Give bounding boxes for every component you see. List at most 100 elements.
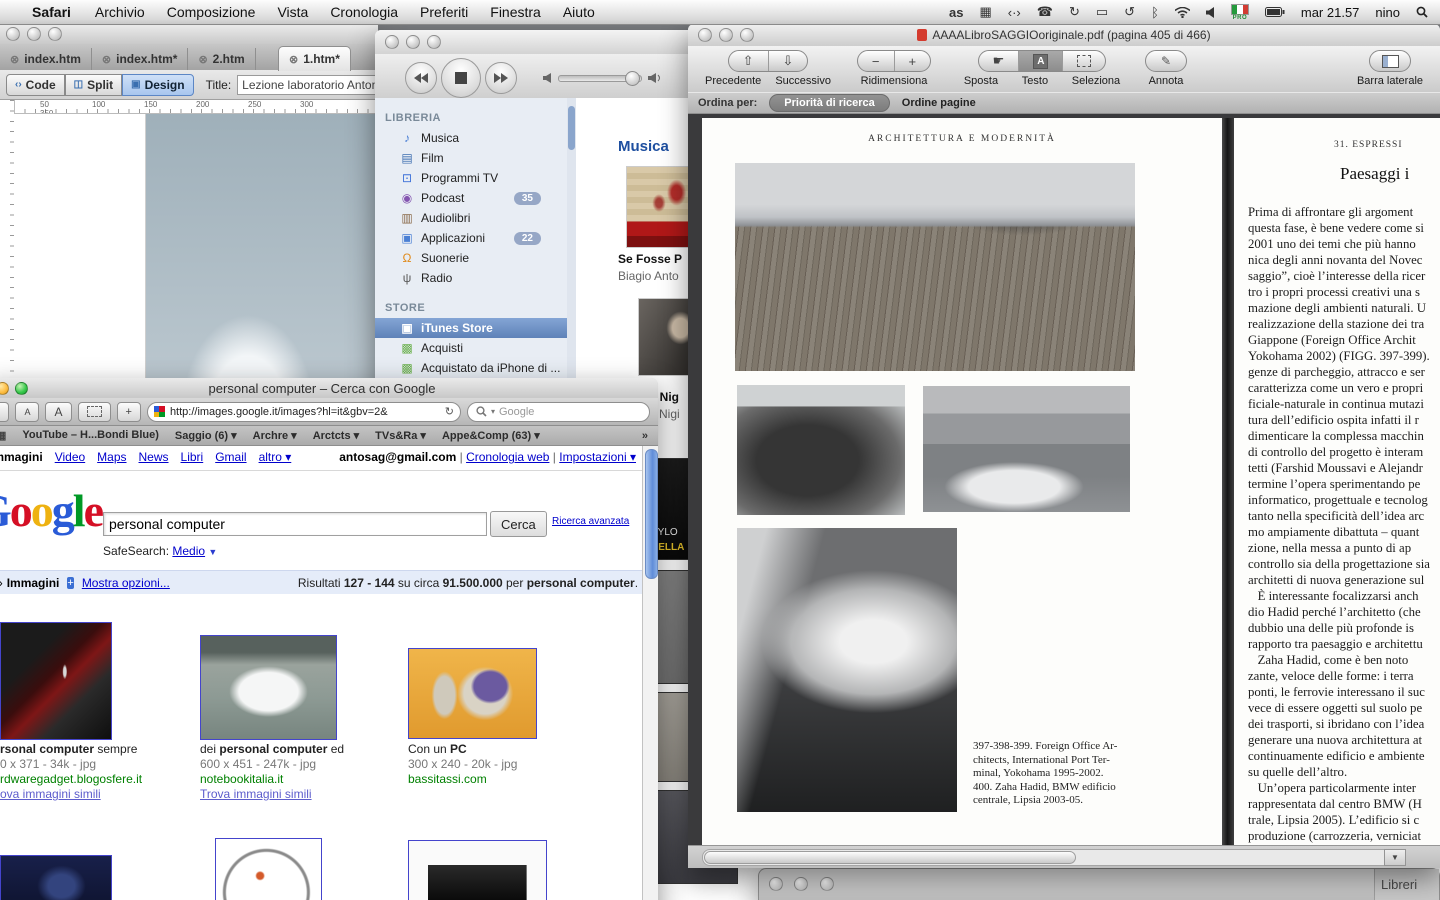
document-tab[interactable]: ⊗ 2.htm	[188, 48, 255, 70]
vertical-scrollbar[interactable]	[642, 446, 658, 900]
sidebar-item[interactable]: ♪ Musica	[375, 128, 567, 148]
google-nav-link[interactable]: Video	[55, 450, 85, 464]
zoom-button[interactable]	[48, 27, 62, 41]
previous-track-button[interactable]	[405, 62, 437, 94]
close-button[interactable]	[6, 27, 20, 41]
bookmark-item[interactable]: Saggio (6) ▾	[175, 429, 237, 442]
split-view-button[interactable]: ◫ Split	[65, 74, 122, 96]
menu-clock[interactable]: mar 21.57	[1301, 5, 1360, 20]
reload-icon[interactable]: ↻	[445, 405, 454, 418]
annotate-button[interactable]: ✎	[1145, 50, 1187, 72]
store-section-title[interactable]: Musica	[618, 138, 669, 155]
bookmark-item[interactable]: TVs&Ra ▾	[375, 429, 426, 442]
document-tab-active[interactable]: ⊗ 1.htm*	[278, 46, 351, 71]
battery-icon[interactable]	[1265, 7, 1285, 17]
forward-button[interactable]: ▶	[0, 402, 9, 422]
zoom-button[interactable]	[820, 877, 834, 891]
close-button[interactable]	[769, 877, 783, 891]
zoom-in-button[interactable]: +	[895, 51, 931, 71]
album-artist[interactable]: Biagio Anto	[618, 269, 679, 283]
scroll-dropdown-button[interactable]: ▼	[1384, 849, 1406, 866]
previous-page-button[interactable]: ⇧	[729, 51, 769, 71]
sidebar-item[interactable]: ▩ Acquisti	[375, 338, 567, 358]
sort-by-page-order[interactable]: Ordine pagine	[902, 97, 976, 109]
pdf-view[interactable]: ARCHITETTURA E MODERNITÀ 397-398-399. Fo…	[688, 114, 1440, 846]
safesearch-chevron-icon[interactable]: ▼	[208, 547, 217, 557]
bookmark-item[interactable]: YouTube – H...Bondi Blue)	[22, 429, 158, 442]
lastfm-icon[interactable]: as	[949, 5, 963, 20]
plus-icon[interactable]: +	[67, 577, 73, 589]
album-title[interactable]: Se Fosse P	[618, 252, 682, 266]
scroll-thumb[interactable]	[704, 851, 1076, 864]
menu-item[interactable]: Composizione	[167, 4, 256, 20]
scroll-thumb[interactable]	[568, 106, 575, 150]
search-input[interactable]	[103, 512, 487, 536]
image-result-thumbnail[interactable]	[408, 840, 547, 900]
safesearch-level-link[interactable]: Medio	[172, 544, 205, 558]
search-button[interactable]: Cerca	[490, 511, 547, 537]
google-nav-link[interactable]: Libri	[181, 450, 204, 464]
bookmarks-overflow-icon[interactable]: »	[642, 430, 648, 442]
sidebar-item[interactable]: ▩ Acquistato da iPhone di ...	[375, 358, 567, 378]
advanced-search-link[interactable]: Ricerca avanzata	[552, 516, 629, 527]
move-tool-button[interactable]: ☛	[979, 51, 1020, 71]
image-result-thumbnail[interactable]	[215, 838, 322, 900]
document-tab[interactable]: ⊗ index.htm*	[92, 48, 189, 70]
menu-item[interactable]: Finestra	[490, 4, 541, 20]
tab-close-icon[interactable]: ⊗	[289, 53, 298, 66]
background-window-titlebar[interactable]: Libreri	[758, 868, 1440, 900]
sidebar-item[interactable]: Ω Suonerie	[375, 248, 567, 268]
displays-icon[interactable]: ▭	[1096, 4, 1108, 20]
sidebar-item-itunes-store[interactable]: ▣ iTunes Store	[375, 318, 567, 338]
similar-images-link[interactable]: Trova immagini simili	[200, 787, 390, 802]
design-view-button[interactable]: ▣ Design	[122, 74, 193, 96]
scroll-thumb[interactable]	[645, 449, 658, 579]
safari-titlebar[interactable]: personal computer – Cerca con Google	[0, 378, 658, 398]
next-track-button[interactable]	[485, 62, 517, 94]
text-tool-button[interactable]: A	[1019, 51, 1063, 71]
bookmarks-grid-icon[interactable]: ▦	[0, 429, 6, 442]
scroll-track[interactable]	[702, 849, 1394, 866]
google-nav-link[interactable]: Gmail	[215, 450, 246, 464]
decrease-font-button[interactable]: A	[15, 402, 39, 422]
bluetooth-icon[interactable]: ᛒ	[1151, 5, 1159, 20]
minimize-button[interactable]	[794, 877, 808, 891]
volume-knob[interactable]	[625, 71, 640, 86]
sidebar-item[interactable]: ⊡ Programmi TV	[375, 168, 567, 188]
sidebar-item[interactable]: ψ Radio	[375, 268, 567, 288]
tab-close-icon[interactable]: ⊗	[10, 53, 19, 66]
volume-slider[interactable]	[558, 75, 642, 82]
menu-item[interactable]: Archivio	[95, 4, 145, 20]
tab-close-icon[interactable]: ⊗	[102, 53, 111, 66]
zoom-button[interactable]	[427, 35, 441, 49]
sidebar-item[interactable]: ◉ Podcast 35	[375, 188, 567, 208]
script-menu-icon[interactable]: ‹·›	[1008, 5, 1021, 20]
image-result-thumbnail[interactable]	[0, 855, 112, 900]
code-view-button[interactable]: ‹› Code	[6, 74, 65, 96]
editor-titlebar[interactable]	[0, 24, 378, 44]
minimize-button[interactable]	[27, 27, 41, 41]
page-clip-button[interactable]	[78, 402, 111, 422]
show-options-link[interactable]: Mostra opzioni...	[82, 576, 170, 590]
menu-app-name[interactable]: Safari	[32, 4, 71, 20]
bookmark-item[interactable]: Arctcts ▾	[313, 429, 359, 442]
menu-item[interactable]: Cronologia	[330, 4, 398, 20]
stop-button[interactable]	[441, 58, 481, 98]
menu-item[interactable]: Vista	[277, 4, 308, 20]
next-page-button[interactable]: ⇩	[769, 51, 808, 71]
document-tab[interactable]: ⊗ index.htm	[0, 48, 92, 70]
menu-item[interactable]: Aiuto	[563, 4, 595, 20]
web-history-link[interactable]: Cronologia web	[466, 450, 549, 464]
close-button[interactable]	[385, 35, 399, 49]
google-nav-link[interactable]: News	[139, 450, 169, 464]
minimize-button[interactable]	[406, 35, 420, 49]
volume-icon[interactable]	[1206, 7, 1215, 18]
google-nav-link[interactable]: altro ▾	[259, 450, 292, 464]
input-language-flag-icon[interactable]: PRO	[1231, 4, 1249, 21]
select-tool-button[interactable]	[1063, 51, 1105, 71]
zoom-out-button[interactable]: −	[858, 51, 895, 71]
user-menu[interactable]: nino	[1375, 5, 1400, 20]
google-nav-link[interactable]: Maps	[97, 450, 126, 464]
wifi-icon[interactable]	[1175, 7, 1190, 18]
tab-close-icon[interactable]: ⊗	[198, 53, 207, 66]
